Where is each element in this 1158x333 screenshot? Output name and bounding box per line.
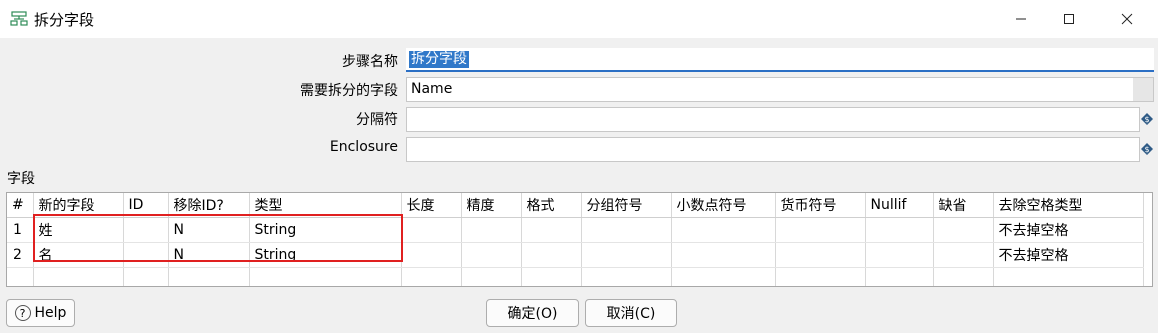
maximize-icon: [1064, 14, 1074, 24]
column-header[interactable]: 分组符号: [581, 193, 672, 218]
table-cell[interactable]: [993, 267, 1144, 286]
close-button[interactable]: [1104, 0, 1150, 38]
table-row[interactable]: 1 姓 N String 不去掉空格: [7, 217, 1144, 243]
row-number: 1: [7, 217, 34, 243]
split-field-app-icon: [10, 11, 28, 26]
table-cell[interactable]: [671, 267, 776, 286]
table-cell[interactable]: [249, 267, 402, 286]
column-header[interactable]: 类型: [249, 193, 402, 218]
table-row-empty[interactable]: [7, 267, 1144, 286]
table-cell[interactable]: [865, 242, 934, 268]
table-cell[interactable]: [33, 267, 124, 286]
table-cell[interactable]: [933, 217, 994, 243]
svg-text:$: $: [1144, 115, 1149, 124]
column-header[interactable]: 移除ID?: [168, 193, 250, 218]
column-header[interactable]: 精度: [461, 193, 522, 218]
enclosure-label: Enclosure: [329, 139, 398, 155]
table-cell[interactable]: [581, 267, 672, 286]
table-header-row: # 新的字段 ID 移除ID? 类型 长度 精度 格式 分组符号 小数点符号 货…: [7, 193, 1144, 218]
table-cell[interactable]: [775, 217, 866, 243]
table-cell[interactable]: [521, 242, 582, 268]
window-title: 拆分字段: [34, 11, 95, 29]
table-cell[interactable]: 名: [33, 242, 124, 268]
cancel-button[interactable]: 取消(C): [585, 299, 677, 327]
help-icon: ?: [14, 305, 31, 321]
split-field-label: 需要拆分的字段: [300, 83, 398, 99]
delimiter-label: 分隔符: [356, 112, 398, 128]
close-icon: [1121, 13, 1133, 25]
table-cell[interactable]: [461, 267, 522, 286]
table-cell[interactable]: [865, 267, 934, 286]
split-field-value: Name: [411, 81, 453, 97]
table-cell[interactable]: [671, 242, 776, 268]
help-label: Help: [34, 305, 67, 321]
table-cell[interactable]: [123, 242, 169, 268]
title-bar: [0, 0, 1158, 38]
column-header[interactable]: #: [7, 193, 34, 218]
table-cell[interactable]: [168, 267, 250, 286]
column-header[interactable]: 货币符号: [775, 193, 866, 218]
table-cell[interactable]: [461, 242, 522, 268]
delimiter-input[interactable]: [406, 107, 1140, 132]
svg-text:$: $: [1144, 145, 1149, 154]
maximize-button[interactable]: [1046, 0, 1092, 38]
minimize-icon: [1016, 18, 1026, 20]
table-cell[interactable]: [581, 242, 672, 268]
column-header[interactable]: 小数点符号: [671, 193, 776, 218]
column-header[interactable]: 格式: [521, 193, 582, 218]
table-cell[interactable]: String: [249, 242, 402, 268]
table-cell[interactable]: 不去掉空格: [993, 242, 1144, 268]
row-number: 2: [7, 242, 34, 268]
step-name-input[interactable]: 拆分字段: [406, 48, 1154, 72]
column-header[interactable]: 长度: [401, 193, 462, 218]
variable-diamond-icon[interactable]: $: [1140, 112, 1154, 126]
table-cell[interactable]: [521, 267, 582, 286]
minimize-button[interactable]: [998, 0, 1044, 38]
table-cell[interactable]: [521, 217, 582, 243]
table-cell[interactable]: [671, 217, 776, 243]
table-cell[interactable]: [581, 217, 672, 243]
table-cell[interactable]: [7, 267, 34, 286]
enclosure-input[interactable]: [406, 137, 1140, 162]
table-cell[interactable]: [775, 267, 866, 286]
help-button[interactable]: ? Help: [6, 299, 75, 327]
fields-section-label: 字段: [7, 171, 35, 187]
variable-diamond-icon[interactable]: $: [1140, 142, 1154, 156]
table-cell[interactable]: N: [168, 217, 250, 243]
table-cell[interactable]: 姓: [33, 217, 124, 243]
step-name-label: 步骤名称: [342, 54, 398, 70]
column-header[interactable]: Nullif: [865, 193, 934, 218]
table-cell[interactable]: [401, 267, 462, 286]
table-cell[interactable]: [401, 242, 462, 268]
table-cell[interactable]: 不去掉空格: [993, 217, 1144, 243]
table-cell[interactable]: [933, 267, 994, 286]
ok-button[interactable]: 确定(O): [486, 299, 579, 327]
table-cell[interactable]: [461, 217, 522, 243]
table-cell[interactable]: [865, 217, 934, 243]
table-cell[interactable]: [401, 217, 462, 243]
split-field-combo[interactable]: Name: [406, 77, 1154, 102]
fields-table[interactable]: # 新的字段 ID 移除ID? 类型 长度 精度 格式 分组符号 小数点符号 货…: [6, 192, 1153, 287]
table-cell[interactable]: [933, 242, 994, 268]
column-header[interactable]: 缺省: [933, 193, 994, 218]
table-cell[interactable]: [775, 242, 866, 268]
dropdown-button[interactable]: [1133, 78, 1153, 101]
column-header[interactable]: 去除空格类型: [993, 193, 1144, 218]
table-cell[interactable]: [123, 267, 169, 286]
table-cell[interactable]: [123, 217, 169, 243]
step-name-value: 拆分字段: [409, 51, 469, 68]
column-header[interactable]: ID: [123, 193, 169, 218]
table-row[interactable]: 2 名 N String 不去掉空格: [7, 242, 1144, 268]
table-cell[interactable]: String: [249, 217, 402, 243]
table-cell[interactable]: N: [168, 242, 250, 268]
column-header[interactable]: 新的字段: [33, 193, 124, 218]
